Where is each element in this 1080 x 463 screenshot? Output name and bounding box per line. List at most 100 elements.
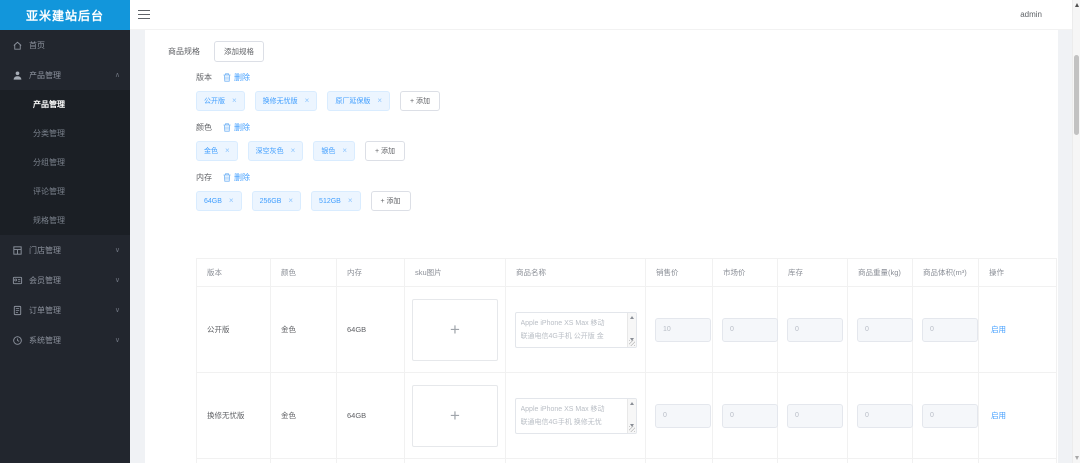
sidebar-item-stores[interactable]: 门店管理 ∨ — [0, 235, 130, 265]
add-spec-button[interactable]: 添加规格 — [214, 40, 264, 62]
cell-actions: 启用 — [978, 372, 1057, 459]
close-icon[interactable]: × — [377, 97, 382, 105]
delete-spec-button[interactable]: 删除 — [223, 122, 250, 133]
product-name-textarea[interactable]: Apple iPhone XS Max 移动 联通电信4G手机 公开版 金 — [514, 311, 637, 348]
cell-market-price — [712, 286, 778, 373]
sidebar: 亚米建站后台 首页 产品管理 ∧ 产品管理 分类管理 分组管理 评论管理 规格管… — [0, 0, 130, 463]
home-icon — [12, 40, 23, 51]
cell-volume — [912, 372, 979, 459]
cell-product-name: Apple iPhone XS Max 移动 联通电信4G手机 公开版 金 — [505, 286, 646, 373]
close-icon[interactable]: × — [232, 97, 237, 105]
delete-spec-button[interactable]: 删除 — [223, 72, 250, 83]
cell-memory: 64GB — [336, 372, 405, 459]
tag-label: 银色 — [321, 148, 336, 155]
weight-input[interactable] — [857, 403, 913, 428]
spec-tag: 公开版 × — [196, 91, 245, 111]
sidebar-item-label: 会员管理 — [29, 275, 61, 285]
product-name-textarea[interactable]: Apple iPhone XS Max 移动 联通电信4G手机 换修无忧 — [514, 397, 637, 434]
topbar: admin — [130, 0, 1072, 30]
table-row: 换修无忧版 金色 64GB + Apple iPhone XS Max 移动 联… — [196, 372, 1057, 459]
spec-tag: 64GB × — [196, 191, 242, 211]
resize-grip[interactable] — [628, 339, 635, 346]
stock-input[interactable] — [787, 403, 843, 428]
tag-label: 256GB — [259, 197, 282, 205]
close-icon[interactable]: × — [305, 97, 310, 105]
col-color: 颜色 — [270, 258, 337, 287]
trash-icon — [223, 122, 231, 132]
sale-price-input[interactable] — [655, 403, 711, 428]
resize-grip[interactable] — [628, 425, 635, 432]
section-name: 版本 — [196, 72, 212, 82]
close-icon[interactable]: × — [288, 197, 293, 205]
spec-section-version: 版本 删除 公开版 × 换修无忧版 × 原厂延保版 × + 添加 — [196, 70, 1058, 112]
col-stock: 库存 — [777, 258, 848, 287]
market-price-input[interactable] — [722, 317, 778, 342]
close-icon[interactable]: × — [225, 147, 230, 155]
volume-input[interactable] — [922, 403, 978, 428]
stock-input[interactable] — [787, 317, 843, 342]
sku-table: 版本 颜色 内存 sku图片 商品名称 销售价 市场价 库存 商品重量(kg) … — [196, 258, 1057, 463]
weight-input[interactable] — [857, 317, 913, 342]
page-title: 商品规格 — [168, 46, 200, 56]
cell-stock — [777, 286, 848, 373]
add-tag-button[interactable]: + 添加 — [370, 191, 411, 211]
close-icon[interactable]: × — [291, 147, 296, 155]
tag-label: 公开版 — [204, 98, 225, 105]
scrollbar-up-arrow-icon[interactable] — [1074, 3, 1079, 7]
sale-price-input[interactable] — [655, 317, 711, 342]
sku-image-upload[interactable]: + — [412, 298, 498, 361]
delete-spec-button[interactable]: 删除 — [223, 172, 250, 183]
chevron-down-icon: ∨ — [114, 277, 120, 284]
add-tag-button[interactable]: + 添加 — [400, 91, 441, 111]
cell-sku-image: + — [404, 286, 506, 373]
sidebar-item-home[interactable]: 首页 — [0, 30, 130, 60]
cell-weight — [847, 372, 913, 459]
close-icon[interactable]: × — [342, 147, 347, 155]
sidebar-item-members[interactable]: 会员管理 ∨ — [0, 265, 130, 295]
cell-sku-image: + — [404, 372, 506, 459]
enable-link[interactable]: 启用 — [991, 411, 1006, 420]
plus-icon: + — [450, 319, 460, 339]
tag-label: 金色 — [204, 148, 218, 155]
enable-link[interactable]: 启用 — [991, 325, 1006, 334]
col-product-name: 商品名称 — [505, 258, 646, 287]
table-row: 公开版 金色 64GB + Apple iPhone XS Max 移动 联通电… — [196, 286, 1057, 373]
spec-section-color: 颜色 删除 金色 × 深空灰色 × 银色 × + 添加 — [196, 120, 1058, 162]
tag-label: 换修无忧版 — [262, 98, 298, 105]
volume-input[interactable] — [922, 317, 978, 342]
scrollbar-thumb[interactable] — [1074, 55, 1079, 135]
cell-product-name: Apple iPhone XS Max 移动 联通电信4G手机 换修无忧 — [505, 372, 646, 459]
market-price-input[interactable] — [722, 403, 778, 428]
spec-tag: 金色 × — [196, 141, 238, 161]
col-weight: 商品重量(kg) — [847, 258, 913, 287]
content-area: 商品规格 添加规格 版本 删除 公开版 × 换修无忧版 × 原厂延保版 × + … — [130, 30, 1072, 463]
sidebar-item-products[interactable]: 产品管理 ∧ — [0, 60, 130, 90]
product-name-line: Apple iPhone XS Max 移动 — [520, 405, 605, 413]
product-name-line: 联通电信4G手机 公开版 金 — [520, 332, 604, 340]
close-icon[interactable]: × — [348, 197, 353, 205]
section-name: 颜色 — [196, 122, 212, 132]
plus-icon: + — [450, 405, 460, 425]
tag-label: 原厂延保版 — [335, 98, 371, 105]
spec-tag: 换修无忧版 × — [254, 91, 318, 111]
sidebar-subitem-category-manage[interactable]: 分类管理 — [0, 119, 130, 148]
sku-image-upload[interactable]: + — [412, 384, 498, 447]
sidebar-item-orders[interactable]: 订单管理 ∨ — [0, 295, 130, 325]
sidebar-subitem-spec-manage[interactable]: 规格管理 — [0, 206, 130, 235]
sidebar-subitem-review-manage[interactable]: 评论管理 — [0, 177, 130, 206]
cell-actions: 启用 — [978, 286, 1057, 373]
sidebar-subitem-group-manage[interactable]: 分组管理 — [0, 148, 130, 177]
hamburger-icon[interactable] — [138, 10, 150, 19]
close-icon[interactable]: × — [229, 197, 234, 205]
spec-tag: 原厂延保版 × — [327, 91, 391, 111]
cell-weight — [847, 286, 913, 373]
scrollbar-down-arrow-icon[interactable] — [1074, 456, 1079, 460]
sidebar-subitem-product-manage[interactable]: 产品管理 — [0, 90, 130, 119]
cell-sale-price — [645, 372, 713, 459]
page-scrollbar[interactable] — [1072, 0, 1080, 463]
page-header: 商品规格 添加规格 — [168, 40, 1058, 62]
col-volume: 商品体积(m³) — [912, 258, 979, 287]
user-menu[interactable]: admin — [1020, 10, 1042, 19]
sidebar-item-system[interactable]: 系统管理 ∨ — [0, 325, 130, 355]
add-tag-button[interactable]: + 添加 — [365, 141, 406, 161]
